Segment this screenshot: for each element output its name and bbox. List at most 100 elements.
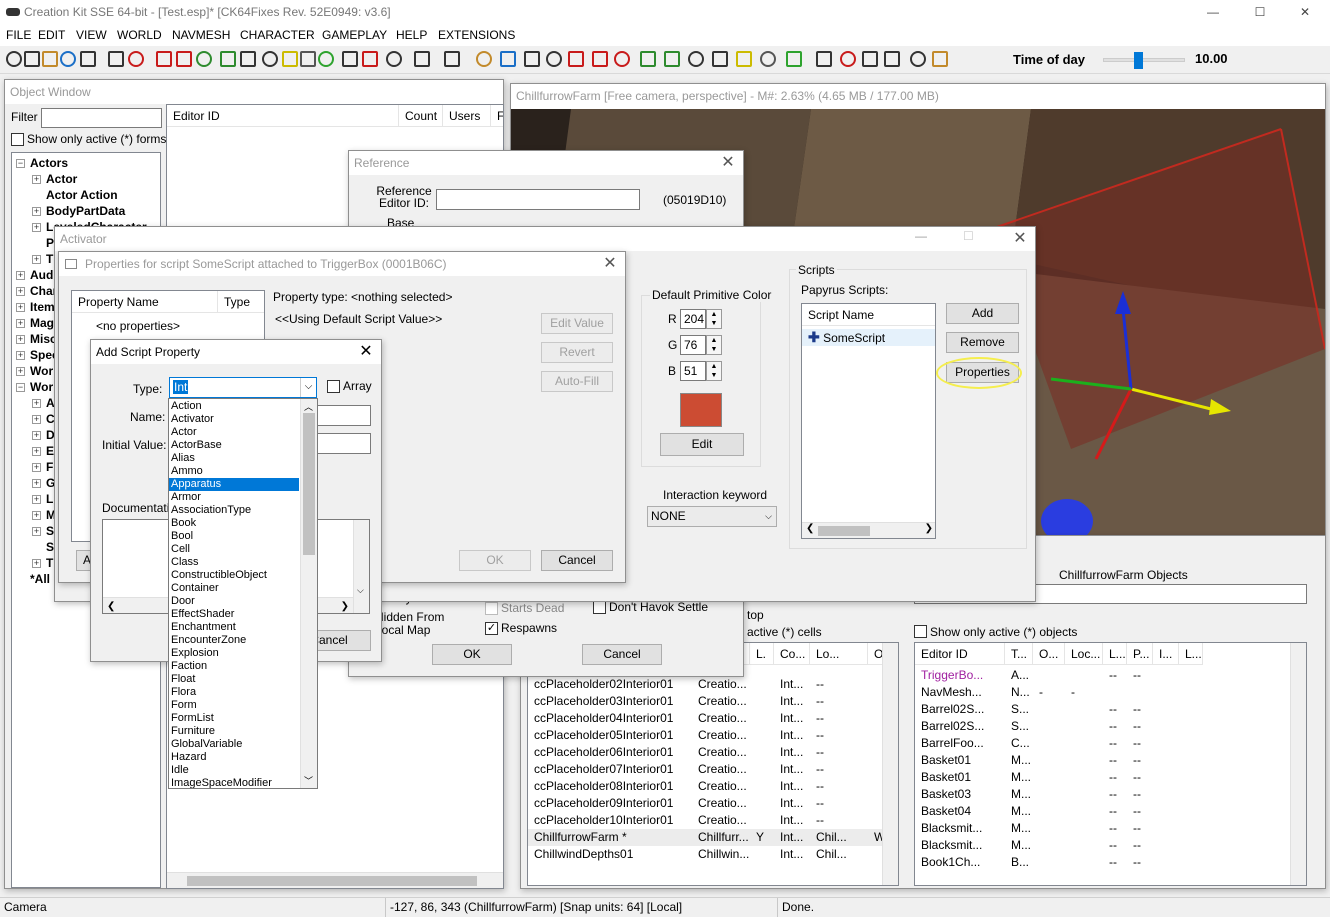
add-property-close-icon[interactable]: ✕	[351, 340, 381, 364]
cell-list[interactable]: Editor IDNameL.Co...Lo...OccPlaceholder0…	[527, 642, 899, 886]
tree-node[interactable]: + Mag	[16, 315, 54, 331]
b-spinner[interactable]: ▲ ▼	[706, 361, 722, 381]
table-row[interactable]: ChillfurrowFarm * Chillfurr... Y Int... Chil…	[528, 829, 890, 846]
toolbar-icon-13[interactable]	[262, 51, 278, 67]
type-option[interactable]: Hazard	[169, 751, 299, 764]
toolbar-icon-4[interactable]	[60, 51, 76, 67]
object-list-hscroll[interactable]	[167, 872, 503, 888]
expand-icon[interactable]: +	[16, 319, 25, 328]
column-header[interactable]: P...	[1127, 643, 1153, 665]
array-checkbox[interactable]	[327, 380, 340, 393]
expand-icon[interactable]: +	[32, 415, 41, 424]
table-row[interactable]: Basket01 M... -- --	[915, 752, 1203, 769]
activator-close-icon[interactable]: ✕	[1005, 227, 1035, 251]
toolbar-icon-17[interactable]	[342, 51, 358, 67]
column-header[interactable]: L.	[750, 643, 774, 665]
expand-icon[interactable]: +	[32, 175, 41, 184]
toolbar-icon-38[interactable]	[862, 51, 878, 67]
col-count[interactable]: Count	[399, 105, 443, 127]
expand-icon[interactable]: +	[16, 351, 25, 360]
minimize-button[interactable]: —	[1198, 0, 1228, 24]
menu-character[interactable]: CHARACTER	[240, 24, 315, 46]
property-type-header[interactable]: Type	[218, 291, 264, 313]
time-of-day-slider[interactable]	[1103, 52, 1185, 69]
type-option[interactable]: Activator	[169, 413, 299, 426]
script-item-somescript[interactable]: ✚ SomeScript	[802, 329, 935, 346]
toolbar-icon-36[interactable]	[816, 51, 832, 67]
type-option[interactable]: Cell	[169, 543, 299, 556]
type-option[interactable]: Alias	[169, 452, 299, 465]
expand-icon[interactable]: +	[32, 431, 41, 440]
toolbar-icon-28[interactable]	[614, 51, 630, 67]
toolbar-icon-23[interactable]	[500, 51, 516, 67]
collapse-icon[interactable]: −	[16, 383, 25, 392]
toolbar-icon-24[interactable]	[524, 51, 540, 67]
toolbar-icon-10[interactable]	[196, 51, 212, 67]
props-cancel-button[interactable]: Cancel	[541, 550, 613, 571]
expand-icon[interactable]: +	[32, 399, 41, 408]
menu-edit[interactable]: EDIT	[38, 24, 65, 46]
toolbar-icon-11[interactable]	[220, 51, 236, 67]
type-option[interactable]: Explosion	[169, 647, 299, 660]
column-header[interactable]: Loc...	[1065, 643, 1103, 665]
type-option[interactable]: ConstructibleObject	[169, 569, 299, 582]
tree-node[interactable]: S	[32, 539, 54, 555]
table-row[interactable]: Barrel02S... S... -- --	[915, 718, 1203, 735]
type-combobox[interactable]: Int ⌵	[169, 377, 317, 398]
list-vscroll[interactable]	[1290, 643, 1306, 885]
tree-node[interactable]: + G	[32, 475, 55, 491]
toolbar-icon-14[interactable]	[282, 51, 298, 67]
type-option[interactable]: GlobalVariable	[169, 738, 299, 751]
toolbar-icon-15[interactable]	[300, 51, 316, 67]
expand-icon[interactable]: +	[32, 207, 41, 216]
r-input[interactable]: 204	[680, 309, 706, 329]
expand-icon[interactable]: +	[16, 335, 25, 344]
table-row[interactable]: ccPlaceholder06Interior01 Creatio... Int..…	[528, 744, 890, 761]
r-spinner[interactable]: ▲ ▼	[706, 309, 722, 329]
type-option[interactable]: AssociationType	[169, 504, 299, 517]
type-option[interactable]: Actor	[169, 426, 299, 439]
tree-node[interactable]: + L	[32, 491, 53, 507]
menu-view[interactable]: VIEW	[76, 24, 107, 46]
expand-icon[interactable]: +	[32, 527, 41, 536]
toolbar-icon-1[interactable]	[6, 51, 22, 67]
column-header[interactable]: Lo...	[810, 643, 868, 665]
revert-button[interactable]: Revert	[541, 342, 613, 363]
tree-node[interactable]: + A	[32, 395, 55, 411]
maximize-button[interactable]: ☐	[1245, 0, 1275, 24]
collapse-icon[interactable]: −	[16, 159, 25, 168]
table-row[interactable]: ccPlaceholder05Interior01 Creatio... Int..…	[528, 727, 890, 744]
col-f[interactable]: F	[491, 105, 503, 127]
type-option[interactable]: Armor	[169, 491, 299, 504]
toolbar-icon-19[interactable]	[386, 51, 402, 67]
tree-node[interactable]: + T	[32, 251, 53, 267]
toolbar-icon-39[interactable]	[884, 51, 900, 67]
toolbar-icon-26[interactable]	[568, 51, 584, 67]
toolbar-icon-16[interactable]	[318, 51, 334, 67]
type-option[interactable]: Enchantment	[169, 621, 299, 634]
toolbar-icon-3[interactable]	[42, 51, 58, 67]
expand-icon[interactable]: +	[16, 287, 25, 296]
type-option[interactable]: Class	[169, 556, 299, 569]
show-active-forms-checkbox[interactable]	[11, 133, 24, 146]
toolbar-icon-35[interactable]	[786, 51, 802, 67]
toolbar-icon-18[interactable]	[362, 51, 378, 67]
cell-objects-list[interactable]: Editor ID T... O... Loc... L... P... I... L... T…	[914, 642, 1307, 886]
interaction-keyword-select[interactable]: NONE ⌵	[647, 506, 777, 527]
reference-cancel-button[interactable]: Cancel	[582, 644, 662, 665]
tree-node[interactable]: + Spec	[16, 347, 59, 363]
tree-node[interactable]: + Actor	[32, 171, 77, 187]
type-option[interactable]: Faction	[169, 660, 299, 673]
toolbar-icon-5[interactable]	[80, 51, 96, 67]
col-editor-id[interactable]: Editor ID	[167, 105, 399, 127]
table-row[interactable]: Basket04 M... -- --	[915, 803, 1203, 820]
toolbar-icon-29[interactable]	[640, 51, 656, 67]
filter-input[interactable]	[41, 108, 162, 128]
toolbar-icon-40[interactable]	[910, 51, 926, 67]
tree-node[interactable]: P	[32, 235, 54, 251]
color-edit-button[interactable]: Edit	[660, 433, 744, 456]
tree-node[interactable]: − Wor	[16, 379, 53, 395]
table-row[interactable]: Blacksmit... M... -- --	[915, 837, 1203, 854]
tree-node[interactable]: + T	[32, 555, 53, 571]
slider-thumb[interactable]	[1133, 52, 1143, 69]
